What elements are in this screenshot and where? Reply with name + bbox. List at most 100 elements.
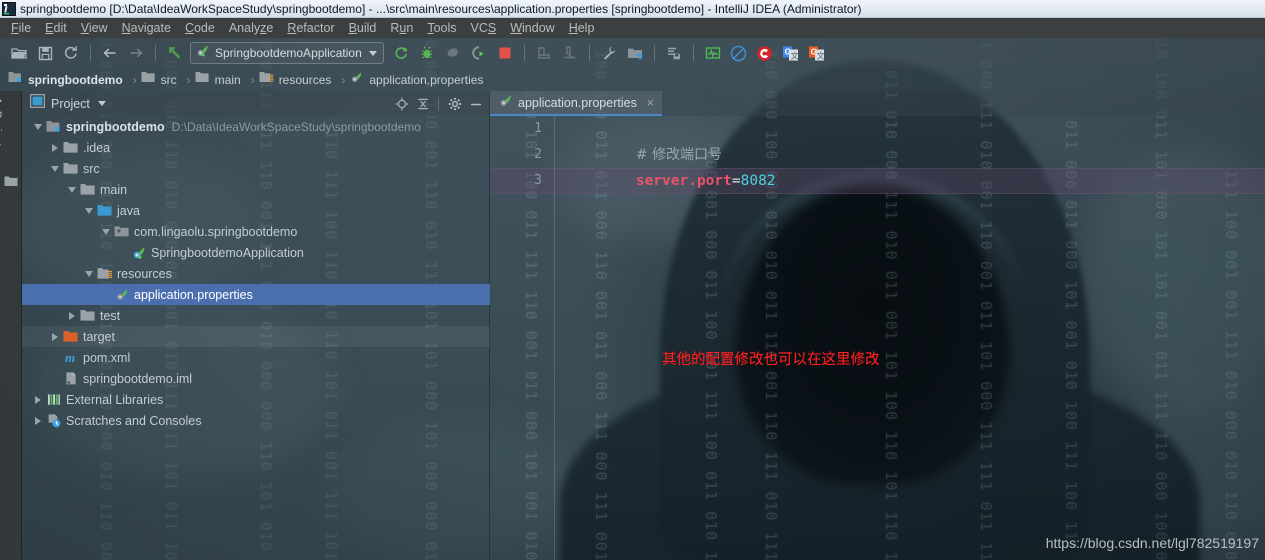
- project-panel-header: Project: [22, 91, 490, 116]
- tree-node-label: application.properties: [134, 287, 253, 302]
- menu-item-file[interactable]: File: [4, 18, 38, 38]
- code-line-property[interactable]: server.port=8082: [566, 142, 776, 220]
- tree-node-springbootdemo-iml[interactable]: springbootdemo.iml: [22, 368, 490, 389]
- run-profile-icon[interactable]: [468, 42, 490, 64]
- tree-node-application-properties[interactable]: application.properties: [22, 284, 490, 305]
- chevron-down-icon[interactable]: [81, 263, 96, 284]
- intellij-idea-window: 111 101 000 111 100 010 110 100 011 010 …: [0, 0, 1265, 560]
- run-with-coverage-icon[interactable]: [442, 42, 464, 64]
- google-translate-blue-icon[interactable]: G 文: [780, 42, 802, 64]
- tree-node-src[interactable]: src: [22, 158, 490, 179]
- tree-node-external-libraries[interactable]: External Libraries: [22, 389, 490, 410]
- forward-arrow-icon[interactable]: [125, 42, 147, 64]
- tree-node-main[interactable]: main: [22, 179, 490, 200]
- code-editor[interactable]: 1 2 3 # 修改端口号 server.port=8082 其他的配置修改也可…: [490, 116, 1265, 560]
- sidebar-item-project[interactable]: 1: Project: [0, 95, 22, 169]
- chevron-right-icon[interactable]: [30, 410, 45, 431]
- google-translate-orange-icon[interactable]: G 文: [806, 42, 828, 64]
- menu-bar[interactable]: File Edit View Navigate Code Analyze Refactor B…: [0, 18, 1265, 38]
- tree-node-label: External Libraries: [66, 392, 164, 407]
- jump-to-source-icon[interactable]: [164, 42, 186, 64]
- menu-item-edit[interactable]: Edit: [38, 18, 74, 38]
- tree-node-com-lingaolu-springbootdemo[interactable]: com.lingaolu.springbootdemo: [22, 221, 490, 242]
- chevron-down-icon[interactable]: [30, 116, 45, 137]
- menu-item-run[interactable]: Run: [383, 18, 420, 38]
- menu-item-vcs[interactable]: VCS: [464, 18, 504, 38]
- chevron-right-icon[interactable]: [47, 137, 62, 158]
- tree-no-twisty: [47, 347, 62, 368]
- back-arrow-icon[interactable]: [99, 42, 121, 64]
- breadcrumb-item-resources[interactable]: resources: [259, 68, 335, 91]
- chevron-right-icon[interactable]: [47, 326, 62, 347]
- module-icon: [45, 119, 62, 135]
- project-structure-icon[interactable]: [624, 42, 646, 64]
- hide-panel-icon[interactable]: [466, 94, 486, 114]
- stop-icon[interactable]: [494, 42, 516, 64]
- sync-refresh-icon[interactable]: [60, 42, 82, 64]
- tree-node-pom-xml[interactable]: m pom.xml: [22, 347, 490, 368]
- tree-node-scratches-and-consoles[interactable]: Scratches and Consoles: [22, 410, 490, 431]
- update-project-icon[interactable]: [663, 42, 685, 64]
- close-icon[interactable]: ×: [645, 96, 656, 109]
- tree-node-label: springbootdemo: [66, 119, 165, 134]
- menu-item-tools[interactable]: Tools: [420, 18, 463, 38]
- breadcrumb-item-application-properties[interactable]: application.properties: [349, 68, 486, 91]
- no-entry-icon[interactable]: [728, 42, 750, 64]
- tree-node-label: resources: [117, 266, 172, 281]
- menu-item-window[interactable]: Window: [503, 18, 561, 38]
- collapse-all-icon[interactable]: [413, 94, 433, 114]
- toolbar-separator: [523, 45, 525, 61]
- breadcrumb[interactable]: springbootdemo › src › main › resources › applic…: [0, 68, 1265, 91]
- tree-node--idea[interactable]: .idea: [22, 137, 490, 158]
- main-toolbar[interactable]: SpringbootdemoApplication G 文 G 文: [0, 38, 1265, 68]
- toolbar-separator: [90, 45, 91, 61]
- menu-item-code[interactable]: Code: [178, 18, 222, 38]
- debug-icon[interactable]: [416, 42, 438, 64]
- tree-node-springbootdemo[interactable]: springbootdemo D:\Data\IdeaWorkSpaceStudy…: [22, 116, 490, 137]
- breadcrumb-item-main[interactable]: main: [195, 68, 244, 91]
- run-icon[interactable]: [390, 42, 412, 64]
- editor-tab-bar[interactable]: application.properties ×: [490, 91, 1265, 116]
- chevron-down-icon[interactable]: [64, 179, 79, 200]
- chevron-right-icon[interactable]: [64, 305, 79, 326]
- settings-wrench-icon[interactable]: [598, 42, 620, 64]
- menu-item-build[interactable]: Build: [342, 18, 384, 38]
- save-all-icon[interactable]: [34, 42, 56, 64]
- open-folder-icon[interactable]: [8, 42, 30, 64]
- tree-node-java[interactable]: java: [22, 200, 490, 221]
- project-tree[interactable]: springbootdemo D:\Data\IdeaWorkSpaceStudy…: [22, 116, 490, 560]
- menu-item-view[interactable]: View: [74, 18, 115, 38]
- chevron-down-icon[interactable]: [81, 200, 96, 221]
- chevron-right-icon[interactable]: [30, 389, 45, 410]
- run-configuration-selector[interactable]: SpringbootdemoApplication: [190, 42, 384, 64]
- chevron-down-icon[interactable]: [97, 101, 106, 106]
- breadcrumb-item-springbootdemo[interactable]: springbootdemo: [8, 68, 126, 91]
- project-tool-window: Project springbootdemo D:\Data\IdeaWorkS…: [22, 91, 490, 560]
- menu-item-analyze[interactable]: Analyze: [222, 18, 280, 38]
- chevron-down-icon[interactable]: [368, 50, 377, 56]
- menu-item-refactor[interactable]: Refactor: [280, 18, 341, 38]
- tree-node-label: .idea: [83, 140, 111, 155]
- menu-item-navigate[interactable]: Navigate: [115, 18, 178, 38]
- menu-item-help[interactable]: Help: [562, 18, 602, 38]
- settings-gear-icon[interactable]: [445, 94, 465, 114]
- chevron-down-icon[interactable]: [98, 221, 113, 242]
- tree-node-springbootdemoapplication[interactable]: SpringbootdemoApplication: [22, 242, 490, 263]
- tree-node-test[interactable]: test: [22, 305, 490, 326]
- cpp-letter-icon[interactable]: [754, 42, 776, 64]
- chevron-down-icon[interactable]: [47, 158, 62, 179]
- build-module-icon[interactable]: [559, 42, 581, 64]
- spring-class-icon: [130, 245, 147, 261]
- tree-node-resources[interactable]: resources: [22, 263, 490, 284]
- build-project-icon[interactable]: [533, 42, 555, 64]
- left-tool-window-strip[interactable]: 1: Project: [0, 91, 22, 560]
- search-everywhere-monitor-icon[interactable]: [702, 42, 724, 64]
- tree-node-label: java: [117, 203, 140, 218]
- tree-node-target[interactable]: target: [22, 326, 490, 347]
- breadcrumb-item-src[interactable]: src: [141, 68, 180, 91]
- locate-target-icon[interactable]: [392, 94, 412, 114]
- editor-tab-application-properties[interactable]: application.properties ×: [490, 91, 662, 116]
